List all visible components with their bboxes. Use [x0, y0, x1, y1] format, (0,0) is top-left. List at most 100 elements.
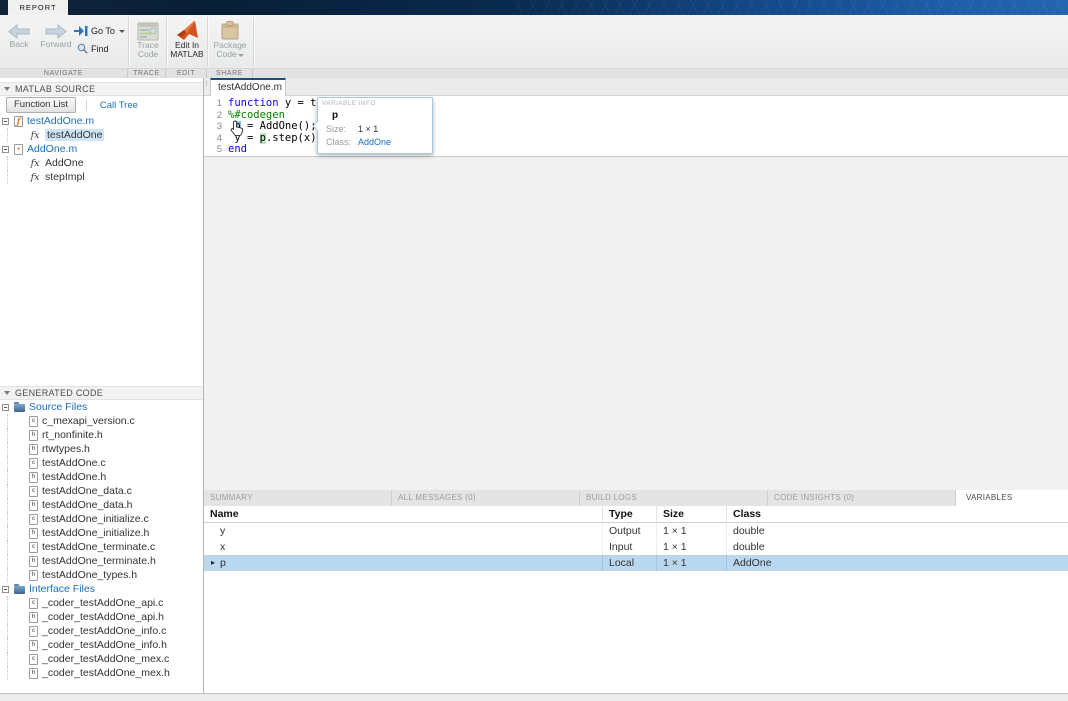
tree-item[interactable]: fxAddOne: [0, 156, 203, 170]
package-code-button[interactable]: Package Code: [210, 20, 250, 59]
tree-item-label[interactable]: rt_nonfinite.h: [42, 429, 103, 441]
file-icon: h: [29, 570, 38, 581]
collapse-triangle-icon[interactable]: [4, 391, 10, 395]
code-segment: function: [228, 98, 279, 110]
tab-code-insights-0[interactable]: CODE INSIGHTS (0): [768, 490, 956, 506]
tree-item-label[interactable]: testAddOne: [45, 129, 104, 141]
tree-item[interactable]: ctestAddOne_terminate.c: [0, 540, 203, 554]
forward-button[interactable]: Forward: [38, 23, 74, 49]
collapse-toggle[interactable]: [2, 118, 9, 125]
tree-item-label[interactable]: _coder_testAddOne_mex.c: [42, 653, 169, 665]
tree-item-label[interactable]: _coder_testAddOne_info.c: [42, 625, 166, 637]
generated-code-header[interactable]: GENERATED CODE: [0, 386, 203, 400]
cell-type: Output: [602, 523, 656, 539]
tree-item[interactable]: h testAddOne_types.h: [0, 568, 203, 582]
tree-item[interactable]: Interface Files: [0, 582, 203, 596]
tab-function-list[interactable]: Function List: [6, 97, 76, 113]
generated-code-title: GENERATED CODE: [15, 388, 103, 398]
tree-item[interactable]: cc_mexapi_version.c: [0, 414, 203, 428]
tree-item[interactable]: c_coder_testAddOne_api.c: [0, 596, 203, 610]
find-button[interactable]: Find: [77, 43, 109, 54]
tree-item[interactable]: fxtestAddOne: [0, 128, 203, 142]
tree-item[interactable]: h testAddOne_terminate.h: [0, 554, 203, 568]
edit-in-matlab-button[interactable]: Edit In MATLAB: [168, 20, 206, 59]
tree-item-label[interactable]: testAddOne_data.h: [42, 499, 133, 511]
table-row[interactable]: xInput1 × 1double: [204, 539, 1068, 555]
matlab-source-header[interactable]: MATLAB SOURCE: [0, 82, 203, 96]
tree-item[interactable]: ctestAddOne.c: [0, 456, 203, 470]
tree-item[interactable]: h_coder_testAddOne_mex.h: [0, 666, 203, 680]
file-icon: h: [29, 640, 38, 651]
tree-item-label[interactable]: _coder_testAddOne_info.h: [42, 639, 167, 651]
tree-item[interactable]: htestAddOne_data.h: [0, 498, 203, 512]
tree-item-label[interactable]: testAddOne.c: [42, 457, 106, 469]
tree-item-label[interactable]: testAddOne.m: [27, 115, 94, 127]
tree-item-label[interactable]: testAddOne_terminate.h: [42, 555, 156, 567]
tree-item-label[interactable]: AddOne.m: [27, 143, 77, 155]
tree-item[interactable]: hrt_nonfinite.h: [0, 428, 203, 442]
tree-item-label[interactable]: testAddOne_initialize.c: [42, 513, 149, 525]
table-row[interactable]: yOutput1 × 1double: [204, 523, 1068, 539]
collapse-toggle[interactable]: [2, 404, 9, 411]
tree-item-label[interactable]: Interface Files: [29, 583, 95, 595]
column-header-type[interactable]: Type: [602, 506, 656, 523]
tree-item[interactable]: h _coder_testAddOne_info.h: [0, 638, 203, 652]
tooltip-class-link[interactable]: AddOne: [358, 137, 391, 147]
tree-item-label[interactable]: testAddOne_initialize.h: [42, 527, 149, 539]
tab-all-messages-0[interactable]: ALL MESSAGES (0): [392, 490, 580, 506]
tree-item-label[interactable]: _coder_testAddOne_mex.h: [42, 667, 170, 679]
edit-in-matlab-label-line2: MATLAB: [168, 50, 206, 59]
goto-button[interactable]: Go To: [74, 26, 125, 36]
collapse-toggle[interactable]: [2, 586, 9, 593]
tree-item[interactable]: fxstepImpl: [0, 170, 203, 184]
tree-item[interactable]: ƒtestAddOne.m: [0, 114, 203, 128]
tree-item-label[interactable]: Source Files: [29, 401, 87, 413]
tree-item-label[interactable]: stepImpl: [45, 171, 85, 183]
tree-item-label[interactable]: c_mexapi_version.c: [42, 415, 135, 427]
tree-item[interactable]: h_coder_testAddOne_api.h: [0, 610, 203, 624]
table-row[interactable]: ▸pLocal1 × 1AddOne: [204, 555, 1068, 571]
tree-item[interactable]: c_coder_testAddOne_info.c: [0, 624, 203, 638]
tree-item[interactable]: ctestAddOne_data.c: [0, 484, 203, 498]
column-header-name[interactable]: Name: [204, 506, 602, 523]
section-navigate: NAVIGATE: [0, 69, 128, 78]
tree-item[interactable]: htestAddOne_initialize.h: [0, 526, 203, 540]
tab-summary[interactable]: SUMMARY: [204, 490, 392, 506]
tab-variables[interactable]: VARIABLES: [956, 490, 1068, 506]
tab-build-logs[interactable]: BUILD LOGS: [580, 490, 768, 506]
expand-arrow-icon[interactable]: ▸: [211, 555, 215, 571]
back-button[interactable]: Back: [6, 23, 32, 49]
sidebar: MATLAB SOURCE Function List Call Tree ƒt…: [0, 78, 204, 693]
tree-item[interactable]: ctestAddOne_initialize.c: [0, 512, 203, 526]
column-header-size[interactable]: Size: [656, 506, 726, 523]
file-icon: h: [29, 556, 38, 567]
cell-type: Input: [602, 539, 656, 555]
package-box-icon: [220, 20, 240, 41]
banner-mesh-pattern: [508, 0, 1068, 15]
tree-item[interactable]: ●AddOne.m: [0, 142, 203, 156]
tree-item-label[interactable]: testAddOne_types.h: [42, 569, 137, 581]
tree-item-label[interactable]: _coder_testAddOne_api.h: [42, 611, 164, 623]
tree-item[interactable]: htestAddOne.h: [0, 470, 203, 484]
tree-item-label[interactable]: testAddOne.h: [42, 471, 106, 483]
goto-icon: [74, 26, 88, 36]
ribbon-section-strip: NAVIGATE TRACE EDIT SHARE: [0, 68, 1068, 78]
collapse-toggle[interactable]: [2, 146, 9, 153]
back-arrow-icon: [8, 23, 30, 40]
tree-item-label[interactable]: _coder_testAddOne_api.c: [42, 597, 163, 609]
tree-item-label[interactable]: testAddOne_terminate.c: [42, 541, 155, 553]
column-header-class[interactable]: Class: [726, 506, 1068, 523]
tree-item-label[interactable]: rtwtypes.h: [42, 443, 90, 455]
tree-item-label[interactable]: AddOne: [45, 157, 84, 169]
splitter-grip[interactable]: ⁝: [205, 82, 208, 86]
collapse-triangle-icon[interactable]: [4, 87, 10, 91]
cell-class: AddOne: [726, 555, 1068, 571]
trace-code-button[interactable]: Trace Code: [130, 22, 166, 59]
tree-item[interactable]: c_coder_testAddOne_mex.c: [0, 652, 203, 666]
tree-item[interactable]: Source Files: [0, 400, 203, 414]
tab-call-tree[interactable]: Call Tree: [100, 100, 138, 111]
tree-item-label[interactable]: testAddOne_data.c: [42, 485, 132, 497]
tree-item[interactable]: hrtwtypes.h: [0, 442, 203, 456]
tab-report[interactable]: REPORT: [8, 0, 68, 15]
tab-testaddone-m[interactable]: testAddOne.m: [210, 78, 286, 96]
